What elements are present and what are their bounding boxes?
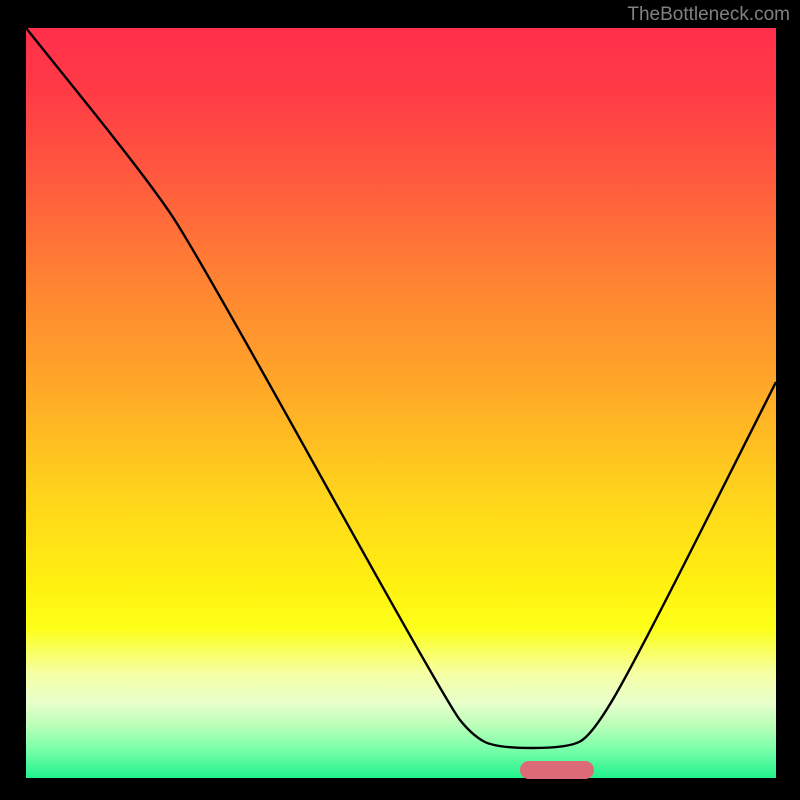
- watermark-text: TheBottleneck.com: [627, 4, 790, 26]
- bottleneck-curve: [26, 28, 776, 778]
- optimal-zone-marker: [520, 761, 594, 779]
